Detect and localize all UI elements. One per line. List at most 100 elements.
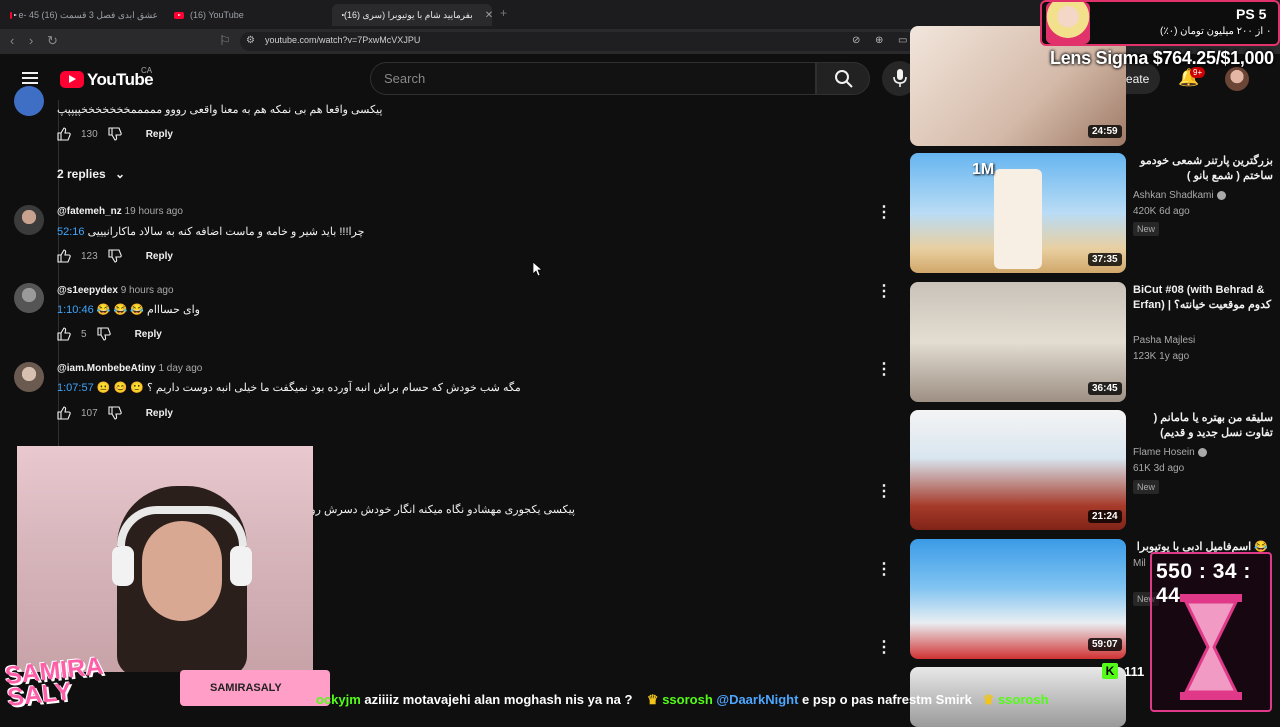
more-options-icon[interactable]: ⋮ [876, 559, 892, 579]
channel-name[interactable]: Ashkan Shadkami [1133, 190, 1214, 201]
related-title[interactable]: بزرگترین پارتنر شمعی خودمو ساختم ( شمع ب… [1133, 154, 1273, 184]
zoom-icon[interactable]: ⊕ [875, 35, 883, 46]
comment-author[interactable]: @iam.MonbebeAtiny [57, 363, 156, 374]
like-icon[interactable] [57, 249, 71, 263]
browser-tab-1[interactable]: e- 45 عشق ابدی فصل 3 قسمت (16) [4, 4, 164, 26]
comment-text: پیکسی یکجوری مهشادو نگاه میکنه انگار خود… [312, 504, 575, 516]
reply-button[interactable]: Reply [146, 129, 173, 140]
related-stats: 420K 6d ago [1133, 206, 1190, 217]
comment-actions: 123 Reply [57, 249, 173, 263]
reload-icon[interactable]: ↻ [47, 33, 58, 49]
browser-tab-2[interactable]: (16) YouTube [168, 4, 328, 26]
account-avatar[interactable] [1225, 67, 1249, 91]
commenter-avatar[interactable] [14, 283, 44, 313]
site-info-icon[interactable]: ⚙ [246, 35, 255, 46]
comment-text: پیکسی واقعا هم بی نمکه هم به معنا واقعی … [57, 104, 383, 116]
dislike-icon[interactable] [97, 327, 111, 341]
related-channel[interactable]: Pasha Majlesi [1133, 335, 1195, 346]
close-tab-icon[interactable]: ✕ [485, 10, 492, 21]
replies-label: 2 replies [57, 167, 106, 181]
ps5-goal-title: PS 5 [1236, 6, 1267, 22]
dislike-icon[interactable] [108, 127, 122, 141]
new-tab-icon[interactable]: + [500, 6, 507, 20]
chat-message: e psp o pas nafrestm Smirk [798, 692, 972, 707]
related-title[interactable]: سلیقه من بهتره یا مامانم ( تفاوت نسل جدی… [1133, 411, 1273, 441]
reply-button[interactable]: Reply [135, 329, 162, 340]
video-duration: 37:35 [1088, 253, 1122, 266]
commenter-avatar[interactable] [14, 86, 44, 116]
more-options-icon[interactable]: ⋮ [876, 637, 892, 657]
search-button[interactable] [816, 62, 870, 95]
related-title[interactable]: BiCut #08 (with Behrad & Erfan) | کدوم م… [1133, 283, 1273, 313]
more-options-icon[interactable]: ⋮ [876, 359, 892, 379]
camera-off-icon[interactable]: ⊘ [852, 35, 860, 46]
streamer-name-logo: SAMIRA SALY [3, 651, 105, 713]
commenter-avatar[interactable] [14, 205, 44, 235]
video-duration: 59:07 [1088, 638, 1122, 651]
comment-text: وای حسااام 😂 😂 😂 1:10:46 [57, 303, 200, 316]
youtube-logo-icon[interactable] [60, 71, 84, 88]
commenter-avatar[interactable] [14, 362, 44, 392]
comment-time[interactable]: 19 hours ago [125, 206, 183, 217]
dislike-icon[interactable] [108, 249, 122, 263]
ps5-goal-progress: ۰ از ۲۰۰ میلیون تومان (۰٪) [1160, 26, 1272, 37]
browser-tab-active[interactable]: (16) بفرمایید شام با یوتیوبرا (سری ✕ [332, 4, 492, 26]
channel-name[interactable]: Flame Hosein [1133, 447, 1195, 458]
forward-icon[interactable]: › [29, 33, 33, 48]
like-icon[interactable] [57, 406, 71, 420]
social-handle: SAMIRASALY [210, 682, 282, 694]
timestamp-link[interactable]: 1:10:46 [57, 304, 94, 316]
related-channel[interactable]: Ashkan Shadkami [1133, 190, 1226, 201]
more-options-icon[interactable]: ⋮ [876, 481, 892, 501]
related-channel[interactable]: Flame Hosein [1133, 447, 1207, 458]
comment-meta: @iam.MonbebeAtiny 1 day ago [57, 363, 202, 374]
comment-meta: @fatemeh_nz 19 hours ago [57, 206, 183, 217]
back-icon[interactable]: ‹ [10, 33, 14, 48]
reply-button[interactable]: Reply [146, 251, 173, 262]
timer-readout: 550 : 34 : 44 [1156, 560, 1251, 607]
more-options-icon[interactable]: ⋮ [876, 202, 892, 222]
streamer-webcam [17, 446, 313, 672]
timestamp-link[interactable]: 1:07:57 [57, 382, 94, 394]
bookmark-icon[interactable]: ⚐ [219, 33, 231, 49]
comment-actions: 107 Reply [57, 406, 173, 420]
reply-button[interactable]: Reply [146, 408, 173, 419]
chat-user: ockyjm [316, 692, 361, 707]
hamburger-menu-icon[interactable] [22, 72, 38, 84]
mouse-cursor-icon [533, 262, 543, 276]
kick-viewer-count: K 111 [1102, 663, 1144, 679]
search-input[interactable] [370, 62, 816, 95]
comment-author[interactable]: @s1eepydex [57, 285, 118, 296]
tab-title: (16) YouTube [190, 10, 244, 20]
more-options-icon[interactable]: ⋮ [876, 281, 892, 301]
comment-time[interactable]: 1 day ago [158, 363, 202, 374]
comment-author[interactable]: @fatemeh_nz [57, 206, 122, 217]
dislike-icon[interactable] [108, 406, 122, 420]
comment-body: وای حسااام 😂 😂 😂 [96, 304, 200, 316]
video-duration: 36:45 [1088, 382, 1122, 395]
video-duration: 21:24 [1088, 510, 1122, 523]
chibi-avatar-image [1046, 2, 1090, 44]
comment-actions: 5 Reply [57, 327, 162, 341]
like-icon[interactable] [57, 127, 71, 141]
verified-icon [1197, 447, 1207, 457]
like-count: 130 [81, 128, 98, 140]
donation-goal-text: Lens Sigma $764.25/$1,000 [1050, 48, 1274, 68]
url-text[interactable]: youtube.com/watch?v=7PxwMcVXJPU [265, 35, 420, 45]
tab-title: (16) بفرمایید شام با یوتیوبرا (سری [344, 9, 473, 20]
search-icon [835, 70, 853, 88]
viewer-count: 111 [1124, 663, 1145, 679]
chat-ticker: ockyjm aziiiiz motavajehi alan moghash n… [316, 692, 1116, 716]
replies-toggle[interactable]: 2 replies ⌄ [57, 167, 125, 181]
related-channel[interactable]: Mil [1133, 558, 1146, 569]
chat-user: ssorosh [997, 692, 1049, 707]
related-stats: 123K 1y ago [1133, 351, 1190, 362]
crown-icon: ♛ [982, 692, 995, 707]
comment-actions: 130 Reply [57, 127, 173, 141]
comment-time[interactable]: 9 hours ago [121, 285, 174, 296]
chat-message: aziiiiz motavajehi alan moghash nis ya n… [360, 692, 633, 707]
cast-icon[interactable]: ▭ [898, 35, 907, 46]
timestamp-link[interactable]: 52:16 [57, 226, 85, 238]
like-count: 107 [81, 407, 98, 419]
like-icon[interactable] [57, 327, 71, 341]
